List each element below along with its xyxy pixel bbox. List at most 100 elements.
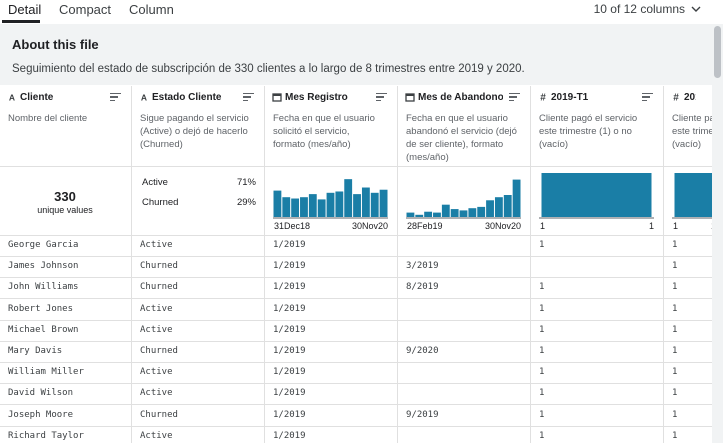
table-cell[interactable]: 1	[664, 300, 712, 321]
histogram-bar[interactable]	[441, 204, 450, 217]
table-cell[interactable]: 1	[531, 363, 663, 385]
table-cell[interactable]: 1	[664, 236, 712, 257]
tab-detail[interactable]: Detail	[8, 2, 41, 17]
table-cell[interactable]	[398, 427, 530, 443]
histogram-bar[interactable]	[415, 214, 424, 217]
table-cell[interactable]: Active	[132, 300, 264, 321]
column-header[interactable]: #2019-T1	[531, 86, 663, 108]
table-cell[interactable]: 1	[531, 321, 663, 342]
table-cell[interactable]: William Miller	[0, 363, 131, 385]
table-cell[interactable]	[398, 300, 530, 321]
histogram-bar[interactable]	[291, 198, 300, 217]
table-cell[interactable]: 1/2019	[265, 321, 397, 342]
column-name[interactable]: 2019-T2	[684, 92, 696, 103]
histogram-bar[interactable]	[406, 212, 415, 217]
table-cell[interactable]: 1/2019	[265, 342, 397, 363]
histogram-bar[interactable]	[512, 179, 521, 217]
table-cell[interactable]: Churned	[132, 406, 264, 427]
histogram-bar[interactable]	[494, 197, 503, 217]
table-cell[interactable]: Robert Jones	[0, 300, 131, 321]
column-menu-icon[interactable]	[243, 93, 254, 101]
histogram-bar[interactable]	[468, 208, 477, 217]
histogram-bar[interactable]	[503, 195, 512, 217]
table-cell[interactable]: 1	[531, 427, 663, 443]
table-cell[interactable]: James Johnson	[0, 257, 131, 279]
table-cell[interactable]: 1	[664, 427, 712, 443]
table-cell[interactable]: 1	[531, 384, 663, 406]
table-cell[interactable]: 1/2019	[265, 384, 397, 406]
table-cell[interactable]: 1/2019	[265, 278, 397, 300]
histogram-bar[interactable]	[424, 211, 433, 217]
table-cell[interactable]: Churned	[132, 342, 264, 363]
histogram-bar[interactable]	[450, 209, 459, 217]
column-menu-icon[interactable]	[110, 93, 121, 101]
column-menu-icon[interactable]	[509, 93, 520, 101]
table-cell[interactable]: Churned	[132, 257, 264, 279]
table-cell[interactable]: 1/2019	[265, 363, 397, 385]
table-cell[interactable]: Richard Taylor	[0, 427, 131, 443]
table-cell[interactable]: Churned	[132, 278, 264, 300]
column-menu-icon[interactable]	[642, 93, 653, 101]
table-cell[interactable]: Active	[132, 427, 264, 443]
table-cell[interactable]: 1/2019	[265, 406, 397, 427]
table-cell[interactable]: 1	[664, 406, 712, 427]
table-cell[interactable]: John Williams	[0, 278, 131, 300]
tab-compact[interactable]: Compact	[59, 2, 111, 17]
vertical-scrollbar[interactable]	[712, 24, 723, 443]
table-cell[interactable]: David Wilson	[0, 384, 131, 406]
histogram-bar[interactable]	[282, 197, 291, 217]
table-cell[interactable]: 1/2019	[265, 257, 397, 279]
histogram-bar[interactable]	[317, 199, 326, 217]
table-cell[interactable]: 1	[664, 342, 712, 363]
table-cell[interactable]: Active	[132, 321, 264, 342]
column-header[interactable]: A Cliente	[0, 86, 131, 108]
histogram-bar[interactable]	[486, 200, 494, 217]
table-cell[interactable]: 1	[531, 236, 663, 257]
column-selector[interactable]: 10 of 12 columns	[594, 2, 685, 16]
histogram-bar[interactable]	[370, 192, 379, 217]
histogram-bar[interactable]	[353, 194, 361, 217]
table-cell[interactable]: 1	[531, 278, 663, 300]
histogram-bar[interactable]	[541, 173, 652, 217]
table-cell[interactable]: 1/2019	[265, 427, 397, 443]
table-cell[interactable]: 1	[531, 342, 663, 363]
histogram-bar[interactable]	[308, 194, 317, 217]
histogram-bar[interactable]	[335, 191, 344, 217]
column-name[interactable]: Mes Registro	[285, 92, 370, 103]
table-cell[interactable]: George Garcia	[0, 236, 131, 257]
table-cell[interactable]: 1	[664, 384, 712, 406]
histogram-bar[interactable]	[477, 206, 486, 217]
column-header[interactable]: Mes de Abandono	[398, 86, 530, 108]
histogram-bar[interactable]	[379, 189, 388, 217]
table-cell[interactable]	[531, 257, 663, 279]
table-cell[interactable]: Michael Brown	[0, 321, 131, 342]
column-name[interactable]: Cliente	[20, 92, 104, 103]
table-cell[interactable]	[398, 384, 530, 406]
table-cell[interactable]: Active	[132, 236, 264, 257]
table-cell[interactable]: Active	[132, 384, 264, 406]
column-menu-icon[interactable]	[376, 93, 387, 101]
table-cell[interactable]: 1/2019	[265, 300, 397, 321]
table-cell[interactable]: 8/2019	[398, 278, 530, 300]
scrollbar-thumb[interactable]	[714, 26, 721, 78]
table-cell[interactable]: 3/2019	[398, 257, 530, 279]
column-header[interactable]: A Estado Cliente	[132, 86, 264, 108]
table-cell[interactable]: Active	[132, 363, 264, 385]
table-cell[interactable]	[398, 236, 530, 257]
histogram-bar[interactable]	[674, 173, 713, 217]
table-cell[interactable]: 1	[664, 363, 712, 385]
column-header[interactable]: #2019-T2	[664, 86, 712, 108]
table-cell[interactable]: 1/2019	[265, 236, 397, 257]
tab-column[interactable]: Column	[129, 2, 174, 17]
table-cell[interactable]: 1	[664, 278, 712, 300]
table-cell[interactable]: 1	[664, 321, 712, 342]
chevron-down-icon[interactable]	[691, 2, 701, 16]
histogram-bar[interactable]	[300, 197, 308, 217]
histogram-bar[interactable]	[344, 179, 353, 217]
table-cell[interactable]: 9/2019	[398, 406, 530, 427]
histogram-bar[interactable]	[433, 212, 441, 217]
table-cell[interactable]: Mary Davis	[0, 342, 131, 363]
table-cell[interactable]: 9/2020	[398, 342, 530, 363]
column-name[interactable]: 2019-T1	[551, 92, 636, 103]
column-name[interactable]: Mes de Abandono	[418, 92, 503, 103]
